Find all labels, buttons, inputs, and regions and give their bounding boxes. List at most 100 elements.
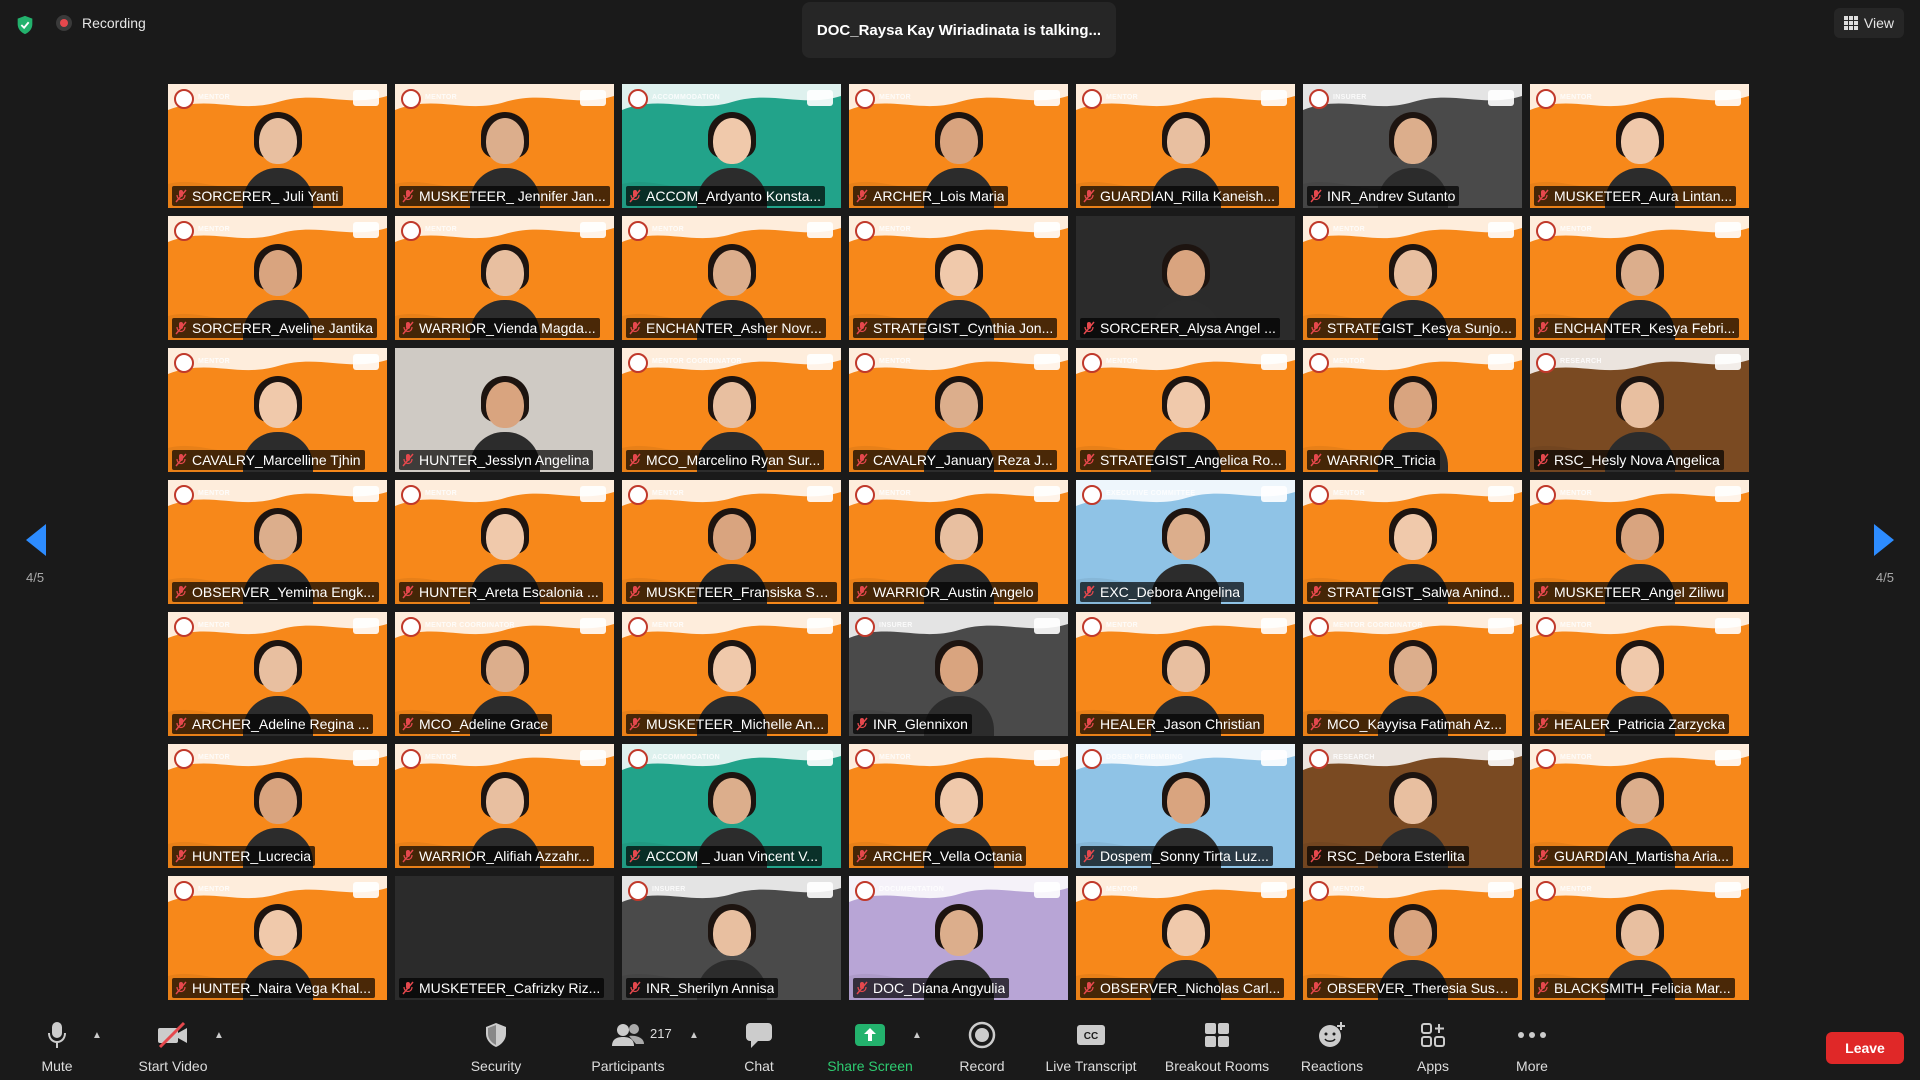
participant-name-bar: MUSKETEER_Cafrizky Riz...: [399, 978, 605, 998]
smiley-plus-icon: [1319, 1022, 1345, 1047]
participant-tile[interactable]: documentation DOC_Diana Angyulia: [849, 876, 1068, 1000]
participant-name-bar: HUNTER_Lucrecia: [172, 846, 316, 866]
chat-label: Chat: [744, 1058, 774, 1074]
view-button[interactable]: View: [1833, 8, 1904, 38]
event-logo-icon: [628, 353, 648, 373]
participant-tile[interactable]: mentor CAVALRY_Marcelline Tjhin: [168, 348, 387, 472]
participant-tile[interactable]: mentor WARRIOR_Austin Angelo: [849, 480, 1068, 604]
participant-tile[interactable]: mentor HUNTER_Naira Vega Khal...: [168, 876, 387, 1000]
participant-tile[interactable]: SORCERER_Alysa Angel ...: [1076, 216, 1295, 340]
participant-tile[interactable]: mentor WARRIOR_Vienda Magda...: [395, 216, 614, 340]
video-gallery: mentor SORCERER_ Juli Yanti mentor MUSKETEE…: [168, 84, 1754, 1000]
muted-mic-icon: [175, 717, 187, 731]
participant-name-bar: INR_Sherilyn Annisa: [626, 978, 779, 998]
participant-tile[interactable]: mentor BLACKSMITH_Felicia Mar...: [1530, 876, 1749, 1000]
mute-button[interactable]: Mute: [2, 1018, 112, 1074]
participant-tile[interactable]: mentor STRATEGIST_Kesya Sunjo...: [1303, 216, 1522, 340]
organization-logo-icon: [580, 486, 606, 502]
participant-tile[interactable]: mentor MUSKETEER_Aura Lintan...: [1530, 84, 1749, 208]
event-logo-icon: [628, 89, 648, 109]
participant-tile[interactable]: mentor STRATEGIST_Cynthia Jon...: [849, 216, 1068, 340]
participant-tile[interactable]: mentor OBSERVER_Nicholas Carl...: [1076, 876, 1295, 1000]
participant-name-bar: MUSKETEER_Michelle An...: [626, 714, 829, 734]
event-logo-icon: [174, 617, 194, 637]
security-button[interactable]: Security: [441, 1018, 551, 1074]
breakout-rooms-button[interactable]: Breakout Rooms: [1162, 1018, 1272, 1074]
participant-tile[interactable]: insurer INR_Glennixon: [849, 612, 1068, 736]
participant-name-bar: WARRIOR_Austin Angelo: [853, 582, 1038, 602]
participant-name: GUARDIAN_Martisha Aria...: [1554, 848, 1730, 864]
share-options-caret-icon[interactable]: ▲: [912, 1030, 922, 1041]
participant-tile[interactable]: insurer INR_Andrev Sutanto: [1303, 84, 1522, 208]
participant-tile[interactable]: mentor MUSKETEER_ Jennifer Jan...: [395, 84, 614, 208]
participant-tile[interactable]: insurer INR_Sherilyn Annisa: [622, 876, 841, 1000]
organization-logo-icon: [1034, 486, 1060, 502]
event-logo-icon: [1082, 881, 1102, 901]
participant-tile[interactable]: mentor coordinator MCO_Marcelino Ryan Sur…: [622, 348, 841, 472]
participant-tile[interactable]: mentor SORCERER_Aveline Jantika: [168, 216, 387, 340]
participant-tile[interactable]: MUSKETEER_Cafrizky Riz...: [395, 876, 614, 1000]
participant-name: MUSKETEER_Cafrizky Riz...: [419, 980, 601, 996]
participant-tile[interactable]: mentor WARRIOR_Alifiah Azzahr...: [395, 744, 614, 868]
participant-tile[interactable]: dosen pembimbing Dospem_Sonny Tirta Luz..…: [1076, 744, 1295, 868]
video-options-caret-icon[interactable]: ▲: [214, 1030, 224, 1041]
event-logo-icon: [1082, 617, 1102, 637]
muted-mic-icon: [1310, 585, 1322, 599]
participant-name: WARRIOR_Alifiah Azzahr...: [419, 848, 590, 864]
record-button[interactable]: Record: [927, 1018, 1037, 1074]
start-video-button[interactable]: Start Video: [118, 1018, 228, 1074]
participant-tile[interactable]: mentor ARCHER_Vella Octania: [849, 744, 1068, 868]
audio-options-caret-icon[interactable]: ▲: [92, 1030, 102, 1041]
participant-tile[interactable]: mentor GUARDIAN_Rilla Kaneish...: [1076, 84, 1295, 208]
participant-tile[interactable]: mentor coordinator MCO_Kayyisa Fatimah Az…: [1303, 612, 1522, 736]
participant-tile[interactable]: mentor ARCHER_Lois Maria: [849, 84, 1068, 208]
organization-logo-icon: [1488, 222, 1514, 238]
participant-tile[interactable]: mentor ENCHANTER_Asher Novr...: [622, 216, 841, 340]
participant-tile[interactable]: mentor HUNTER_Areta Escalonia ...: [395, 480, 614, 604]
participants-options-caret-icon[interactable]: ▲: [689, 1030, 699, 1041]
participant-tile[interactable]: mentor CAVALRY_January Reza J...: [849, 348, 1068, 472]
participant-name-bar: INR_Andrev Sutanto: [1307, 186, 1460, 206]
participant-tile[interactable]: mentor coordinator MCO_Adeline Grace: [395, 612, 614, 736]
participant-tile[interactable]: mentor MUSKETEER_Fransiska Sz...: [622, 480, 841, 604]
participant-name: STRATEGIST_Salwa Anind...: [1327, 584, 1511, 600]
chat-button[interactable]: Chat: [704, 1018, 814, 1074]
participant-name-bar: OBSERVER_Yemima Engk...: [172, 582, 379, 602]
participant-tile[interactable]: mentor STRATEGIST_Angelica Ro...: [1076, 348, 1295, 472]
participant-tile[interactable]: mentor HUNTER_Lucrecia: [168, 744, 387, 868]
apps-button[interactable]: Apps: [1378, 1018, 1488, 1074]
participant-tile[interactable]: mentor STRATEGIST_Salwa Anind...: [1303, 480, 1522, 604]
live-transcript-button[interactable]: CC Live Transcript: [1036, 1018, 1146, 1074]
recording-indicator[interactable]: Recording: [56, 15, 146, 31]
participant-tile[interactable]: mentor HEALER_Patricia Zarzycka: [1530, 612, 1749, 736]
recording-dot-icon: [56, 15, 72, 31]
participant-tile[interactable]: mentor MUSKETEER_Michelle An...: [622, 612, 841, 736]
share-screen-button[interactable]: Share Screen: [815, 1018, 925, 1074]
participant-tile[interactable]: mentor ENCHANTER_Kesya Febri...: [1530, 216, 1749, 340]
encryption-shield-icon[interactable]: [14, 14, 36, 36]
role-tag: mentor: [198, 94, 231, 101]
participant-tile[interactable]: HUNTER_Jesslyn Angelina: [395, 348, 614, 472]
participant-tile[interactable]: executive committee EXC_Debora Angelina: [1076, 480, 1295, 604]
closed-caption-icon: CC: [1077, 1025, 1105, 1045]
participant-tile[interactable]: accommodation ACCOM_Ardyanto Konsta...: [622, 84, 841, 208]
participant-tile[interactable]: research RSC_Debora Esterlita: [1303, 744, 1522, 868]
participant-tile[interactable]: mentor MUSKETEER_Angel Ziliwu: [1530, 480, 1749, 604]
participant-tile[interactable]: mentor OBSERVER_Yemima Engk...: [168, 480, 387, 604]
leave-button[interactable]: Leave: [1826, 1032, 1904, 1064]
breakout-rooms-label: Breakout Rooms: [1164, 1058, 1270, 1074]
participant-tile[interactable]: mentor GUARDIAN_Martisha Aria...: [1530, 744, 1749, 868]
participant-tile[interactable]: mentor WARRIOR_Tricia: [1303, 348, 1522, 472]
organization-logo-icon: [1715, 90, 1741, 106]
participant-tile[interactable]: accommodation ACCOM _ Juan Vincent V...: [622, 744, 841, 868]
next-page-arrow-icon[interactable]: [1868, 522, 1898, 558]
previous-page-arrow-icon[interactable]: [22, 522, 52, 558]
participant-tile[interactable]: mentor OBSERVER_Theresia Susa...: [1303, 876, 1522, 1000]
participant-tile[interactable]: mentor HEALER_Jason Christian: [1076, 612, 1295, 736]
participant-tile[interactable]: mentor SORCERER_ Juli Yanti: [168, 84, 387, 208]
reactions-button[interactable]: Reactions: [1277, 1018, 1387, 1074]
role-tag: mentor: [652, 622, 685, 629]
participant-tile[interactable]: mentor ARCHER_Adeline Regina ...: [168, 612, 387, 736]
participant-tile[interactable]: research RSC_Hesly Nova Angelica: [1530, 348, 1749, 472]
more-button[interactable]: More: [1477, 1018, 1587, 1074]
